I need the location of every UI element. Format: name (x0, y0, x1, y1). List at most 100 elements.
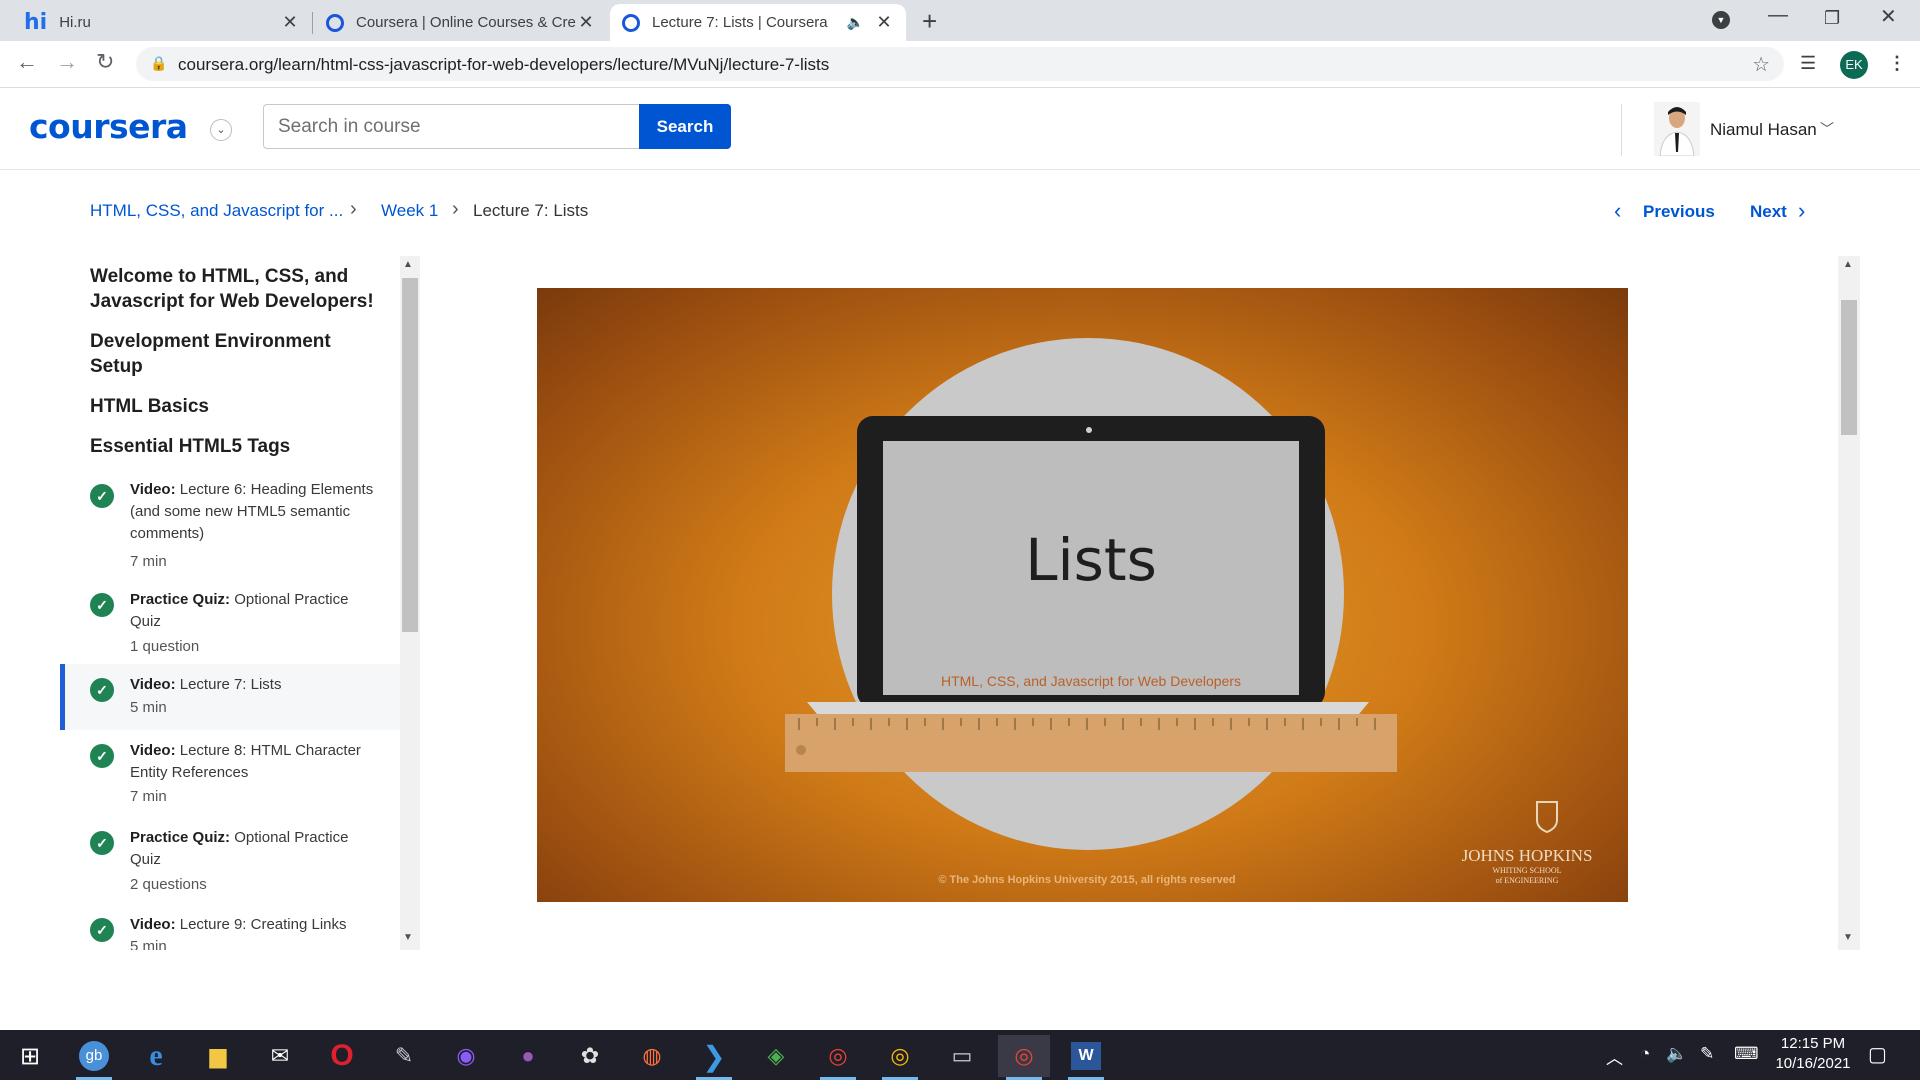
section-title[interactable]: HTML Basics (90, 394, 380, 419)
item-title-wrap: Practice Quiz: Optional Practice Quiz (130, 827, 375, 871)
check-circle-icon: ✓ (90, 918, 114, 942)
item-meta: 7 min (130, 553, 167, 570)
search-input[interactable] (264, 105, 640, 148)
course-search-field[interactable] (263, 104, 640, 149)
speaker-icon[interactable]: 🔈 (847, 14, 864, 31)
page-scrollbar-thumb[interactable] (1841, 300, 1857, 435)
chevron-down-icon[interactable]: ﹀ (1820, 119, 1834, 139)
lock-icon[interactable]: 🔒 (150, 55, 167, 72)
wifi-icon[interactable]: ◔ (1640, 1044, 1650, 1064)
chrome-profile-icon[interactable]: ◎ (874, 1035, 926, 1080)
clock-time: 12:15 PM (1780, 1035, 1846, 1052)
system-clock[interactable]: 12:15 PM 10/16/2021 (1768, 1034, 1858, 1074)
chevron-right-icon[interactable]: › (1798, 198, 1805, 224)
outline-item[interactable]: ✓ Video: Lecture 8: HTML Character Entit… (60, 732, 400, 818)
back-icon[interactable]: ← (16, 49, 38, 75)
browser-tab-hi[interactable]: hi Hi.ru ✕ (12, 4, 312, 41)
item-title: Lecture 7: Lists (179, 676, 282, 693)
scroll-up-icon[interactable]: ▲ (1843, 259, 1853, 270)
volume-icon[interactable]: 🔈 (1666, 1044, 1687, 1064)
check-circle-icon: ✓ (90, 484, 114, 508)
scroll-down-icon[interactable]: ▼ (403, 932, 413, 943)
chrome-active-icon[interactable]: ◎ (998, 1035, 1050, 1080)
tab-divider (312, 12, 313, 34)
video-frame-art (785, 338, 1558, 850)
browser-tab-lecture[interactable]: Lecture 7: Lists | Coursera 🔈 ✕ (610, 4, 906, 41)
menu-kebab-icon[interactable]: ⋮ (1888, 53, 1906, 74)
item-title-wrap: Video: Lecture 8: HTML Character Entity … (130, 740, 375, 784)
profile-avatar[interactable]: EK (1840, 51, 1868, 79)
coursera-logo[interactable]: coursera (29, 107, 188, 146)
keyboard-icon[interactable]: ⌨ (1734, 1044, 1759, 1064)
scroll-down-icon[interactable]: ▼ (1843, 932, 1853, 943)
user-name[interactable]: Niamul Hasan (1710, 120, 1817, 140)
section-title[interactable]: Essential HTML5 Tags (90, 434, 380, 459)
item-title-wrap: Video: Lecture 7: Lists (130, 674, 375, 696)
item-meta: 7 min (130, 788, 167, 805)
inkscape-icon[interactable]: ✎ (378, 1035, 430, 1077)
paint-icon[interactable]: ✿ (564, 1035, 616, 1077)
url-text[interactable]: coursera.org/learn/html-css-javascript-f… (178, 55, 829, 75)
file-explorer-icon[interactable]: ▆ (192, 1035, 244, 1077)
brand-school-suffix: of ENGINEERING (1495, 876, 1559, 885)
address-bar[interactable]: 🔒 coursera.org/learn/html-css-javascript… (136, 47, 1784, 81)
new-tab-icon[interactable]: + (922, 6, 937, 37)
breadcrumb-course[interactable]: HTML, CSS, and Javascript for ... (90, 201, 343, 221)
terminal-icon[interactable]: ▭ (936, 1035, 988, 1077)
network-app-icon[interactable]: ◈ (750, 1035, 802, 1077)
item-title: Lecture 9: Creating Links (179, 916, 347, 933)
restore-icon[interactable]: ❐ (1824, 8, 1840, 29)
forward-icon[interactable]: → (56, 49, 78, 75)
outline-item-current[interactable]: ✓ Video: Lecture 7: Lists 5 min (60, 664, 400, 730)
next-button[interactable]: Next (1750, 202, 1787, 222)
word-icon[interactable]: W (1060, 1035, 1112, 1080)
coursera-favicon-icon (622, 13, 640, 32)
tray-chevron-up-icon[interactable]: ︿ (1606, 1044, 1623, 1069)
reload-icon[interactable]: ↻ (96, 49, 114, 75)
lecture-video-player[interactable]: Lists HTML, CSS, and Javascript for Web … (537, 288, 1628, 902)
close-icon[interactable]: ✕ (576, 12, 596, 33)
scroll-up-icon[interactable]: ▲ (403, 259, 413, 270)
search-button[interactable]: Search (639, 104, 731, 149)
notifications-icon[interactable]: ▢ (1868, 1042, 1887, 1067)
outline-item[interactable]: ✓ Practice Quiz: Optional Practice Quiz … (60, 819, 400, 907)
opera-icon[interactable]: O (316, 1035, 368, 1077)
outline-item[interactable]: ✓ Video: Lecture 9: Creating Links 5 min (60, 908, 400, 950)
breadcrumb-week[interactable]: Week 1 (381, 201, 438, 221)
minimize-icon[interactable]: — (1768, 4, 1788, 27)
mail-icon[interactable]: ✉ (254, 1035, 306, 1077)
reading-list-icon[interactable]: ☰ (1800, 53, 1816, 74)
hi-favicon-icon: hi (24, 10, 48, 35)
close-icon[interactable]: ✕ (874, 12, 894, 33)
item-type: Practice Quiz: (130, 591, 231, 608)
item-type: Video: (130, 481, 176, 498)
item-meta: 5 min (130, 938, 167, 950)
bookmark-star-icon[interactable]: ☆ (1752, 52, 1770, 77)
chevron-down-icon[interactable]: ⌄ (210, 119, 232, 141)
close-icon[interactable]: ✕ (280, 12, 300, 33)
breadcrumb-current: Lecture 7: Lists (473, 201, 589, 220)
outline-item[interactable]: ✓ Video: Lecture 6: Heading Elements (an… (60, 472, 400, 580)
chrome-icon[interactable]: ◎ (812, 1035, 864, 1080)
sidebar-scrollbar-thumb[interactable] (402, 278, 418, 632)
messenger-icon[interactable]: ◉ (440, 1035, 492, 1077)
close-window-icon[interactable]: ✕ (1880, 4, 1897, 29)
chevron-left-icon[interactable]: ‹ (1614, 198, 1621, 224)
browser-tab-coursera[interactable]: Coursera | Online Courses & Cred ✕ (314, 4, 608, 41)
outline-item[interactable]: ✓ Practice Quiz: Optional Practice Quiz … (60, 581, 400, 665)
edge-icon[interactable]: e (130, 1035, 182, 1077)
vscode-icon[interactable]: ❯ (688, 1035, 740, 1080)
section-title[interactable]: Welcome to HTML, CSS, and Javascript for… (90, 264, 380, 314)
windows-start-icon[interactable]: ⊞ (4, 1035, 56, 1077)
user-avatar[interactable] (1654, 102, 1700, 156)
firefox-icon[interactable]: ◍ (626, 1035, 678, 1077)
item-type: Video: (130, 676, 176, 693)
pen-icon[interactable]: ✎ (1700, 1044, 1714, 1064)
taskbar-app-gb[interactable]: gb (68, 1035, 120, 1080)
section-title[interactable]: Development Environment Setup (90, 329, 380, 379)
check-circle-icon: ✓ (90, 744, 114, 768)
github-icon[interactable]: ● (502, 1035, 554, 1077)
previous-button[interactable]: Previous (1643, 202, 1715, 222)
tab-search-icon[interactable]: ▼ (1712, 11, 1730, 29)
browser-tab-strip: hi Hi.ru ✕ Coursera | Online Courses & C… (0, 0, 1920, 41)
